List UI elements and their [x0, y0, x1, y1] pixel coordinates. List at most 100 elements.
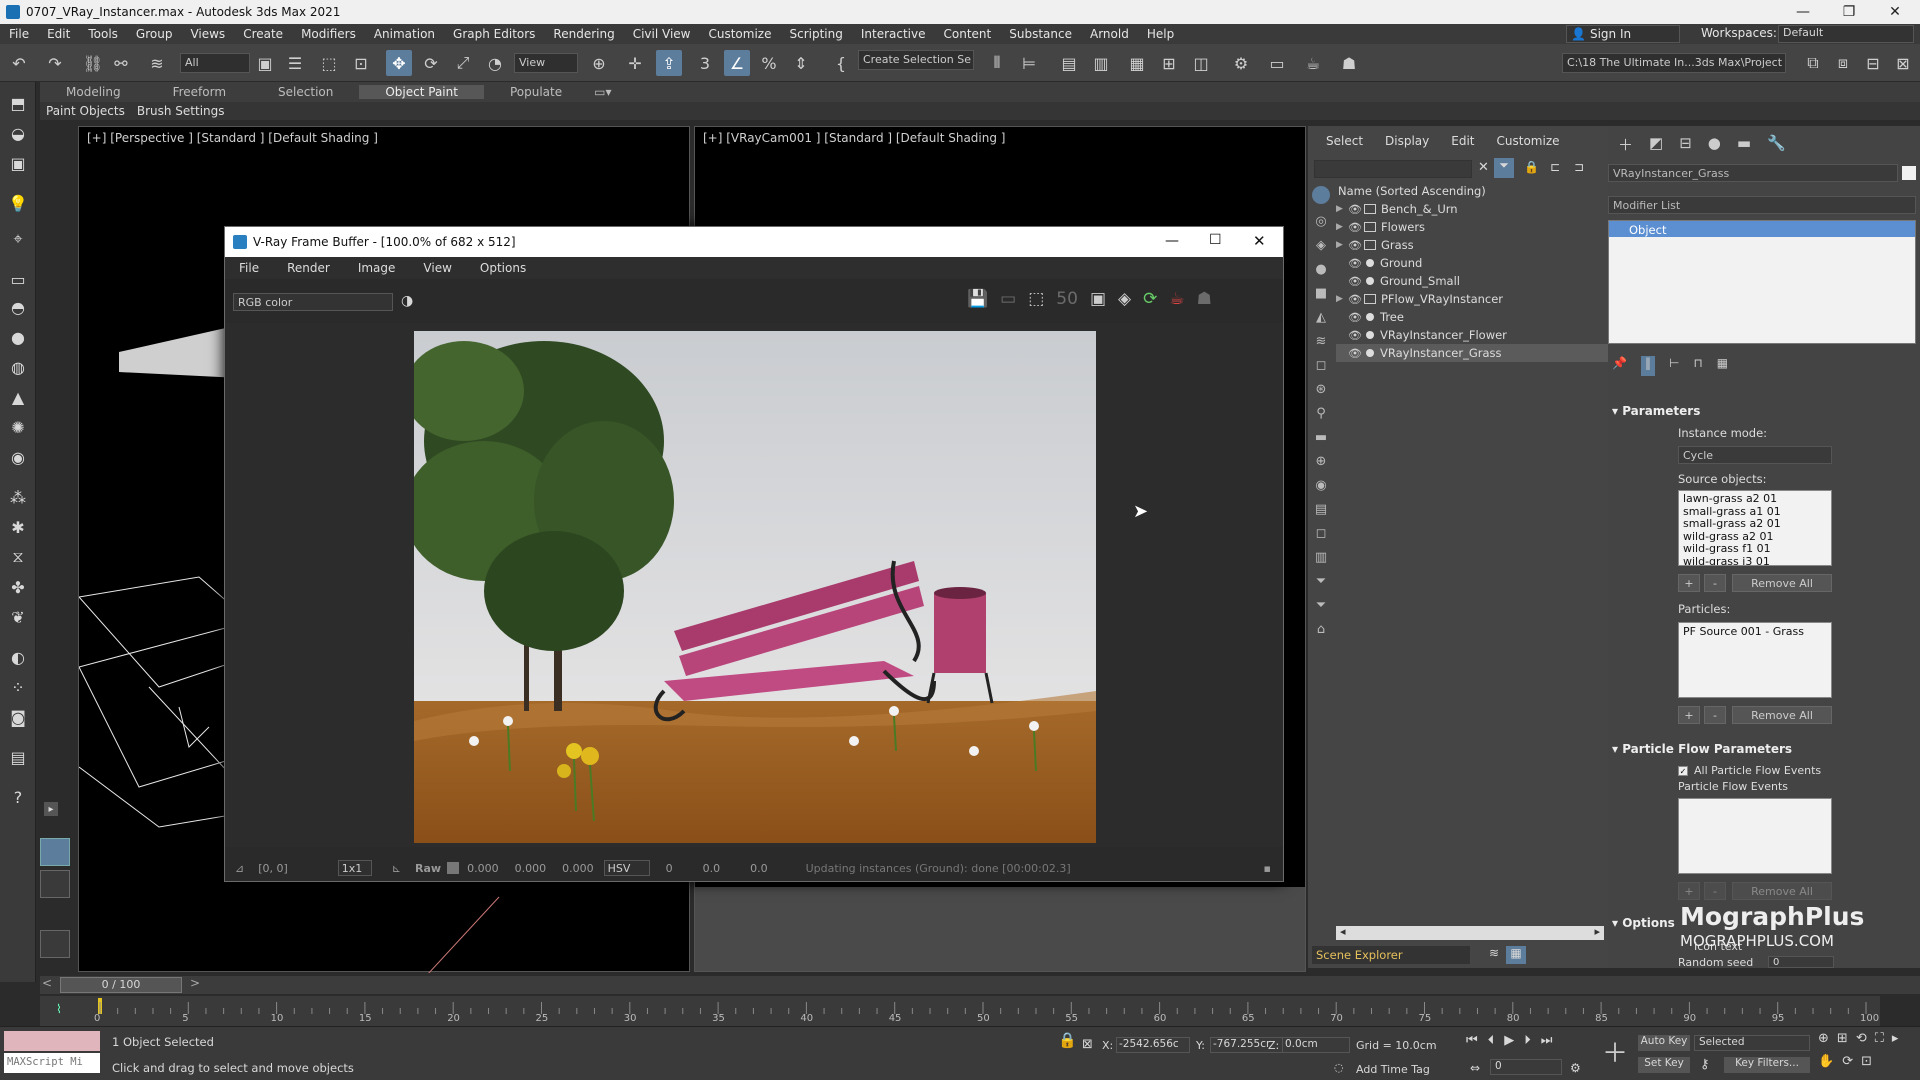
next-frame-icon[interactable]: ⏵ [1524, 1033, 1531, 1053]
light-icon[interactable]: 💡 [6, 192, 30, 214]
x-coordinate-field[interactable]: -2542.656c [1116, 1037, 1190, 1053]
stop-render-icon[interactable]: ☕ [1169, 289, 1184, 315]
remove-modifier-icon[interactable]: ⊓ [1693, 356, 1702, 376]
configure-sets-icon[interactable]: ▦ [1717, 356, 1728, 376]
collapse-filter-icon[interactable]: ⌂ [1308, 618, 1334, 642]
menu-item[interactable]: Scripting [780, 27, 851, 41]
sphere-icon[interactable]: ● [6, 326, 30, 348]
expand-arrow-icon[interactable]: ▶ [1336, 204, 1348, 214]
clear-search-icon[interactable]: ✕ [1478, 160, 1489, 175]
redo-icon[interactable]: ↷ [42, 50, 68, 76]
pflow-rollout-header[interactable]: ▾ Particle Flow Parameters [1612, 740, 1912, 758]
track-mouse-icon[interactable]: ▣ [1090, 289, 1106, 315]
se-tab-display[interactable]: Display [1385, 134, 1429, 148]
edit-named-selection-icon[interactable]: { [828, 50, 854, 76]
move-icon[interactable]: ✥ [386, 50, 412, 76]
previous-frame-icon[interactable]: ⏴ [1488, 1033, 1495, 1053]
vfb-maximize-icon[interactable]: ☐ [1209, 232, 1222, 248]
tree-row[interactable]: ▶ 👁 Bench_&_Urn [1336, 200, 1608, 218]
channel-dropdown[interactable]: RGB color [233, 293, 393, 311]
material-editor-icon[interactable]: ◫ [1188, 50, 1214, 76]
reference-coordinate-dropdown[interactable]: View [514, 53, 578, 73]
camera-icon[interactable]: ⌖ [6, 228, 30, 250]
layers-icon[interactable]: ≋ [1484, 946, 1504, 964]
field-of-view-icon[interactable]: ▸ [1892, 1031, 1899, 1052]
maximize-viewport-icon[interactable]: ⛶ [1875, 1031, 1884, 1052]
systems-icon[interactable]: ✤ [6, 576, 30, 598]
color-mode-dropdown[interactable]: HSV [603, 860, 650, 876]
object-name-field[interactable]: VRayInstancer_Grass [1608, 164, 1898, 182]
se-tab-customize[interactable]: Customize [1497, 134, 1560, 148]
scroll-left-icon[interactable]: ◂ [1340, 925, 1346, 938]
vfb-menu-item[interactable]: Image [344, 261, 410, 275]
vfb-menu-item[interactable]: File [225, 261, 273, 275]
scroll-right-icon[interactable]: ▸ [1594, 925, 1600, 938]
sun-icon[interactable]: ✺ [6, 416, 30, 438]
tree-row[interactable]: ▶ 👁 PFlow_VRayInstancer [1336, 290, 1608, 308]
shapes-filter-icon[interactable]: ◈ [1308, 234, 1334, 258]
pin-stack-icon[interactable]: 📌 [1612, 356, 1627, 376]
scatter-icon[interactable]: ⁘ [6, 676, 30, 698]
more-tools-icon[interactable]: ⊠ [1890, 50, 1916, 76]
render-production-icon[interactable]: ☕ [1300, 50, 1326, 76]
viewport-label[interactable]: [+] [VRayCam001 ] [Standard ] [Default S… [703, 131, 1005, 145]
horizontal-scrollbar[interactable]: ◂ ▸ [1336, 925, 1604, 940]
remove-event-button[interactable]: - [1704, 882, 1726, 900]
display-all-icon[interactable] [1312, 186, 1330, 204]
modifier-stack-item[interactable]: Object [1609, 221, 1915, 237]
timeline-ruler[interactable]: ⌇ 0 5 10 15 20 25 30 35 40 45 50 55 60 65 70 75 80 85 90 95… [40, 996, 1880, 1026]
visibility-eye-icon[interactable]: 👁 [1348, 257, 1362, 270]
vfb-close-icon[interactable]: ✕ [1253, 232, 1266, 250]
region-render-icon[interactable]: ⬚ [1028, 289, 1044, 315]
space-warp-icon[interactable]: ⧖ [6, 546, 30, 568]
layout-single-button[interactable] [40, 838, 70, 866]
orbit-icon[interactable]: ⟲ [1856, 1031, 1867, 1052]
time-tag-icon[interactable]: ◌ [1334, 1061, 1344, 1074]
containers-filter-icon[interactable]: ▬ [1308, 426, 1334, 450]
hierarchy-icon[interactable]: ⧉ [1800, 50, 1826, 76]
pixel-info-icon[interactable]: ⊿ [235, 862, 244, 875]
auto-key-button[interactable]: Auto Key [1638, 1035, 1690, 1051]
expand-arrow-icon[interactable]: ▶ [1336, 222, 1348, 232]
time-prev-icon[interactable]: < [40, 976, 54, 994]
lights-filter-icon[interactable]: ● [1308, 258, 1334, 282]
se-tab-select[interactable]: Select [1326, 134, 1363, 148]
add-event-button[interactable]: + [1678, 882, 1700, 900]
remove-all-events-button[interactable]: Remove All [1732, 882, 1832, 900]
menu-item[interactable]: Civil View [624, 27, 700, 41]
go-to-start-icon[interactable]: ⏮ [1466, 1033, 1478, 1053]
help-icon[interactable]: ? [6, 786, 30, 808]
key-mode-toggle-icon[interactable]: ⇔ [1470, 1061, 1480, 1075]
ball-icon[interactable]: ◉ [6, 446, 30, 468]
render-iterative-icon[interactable]: ☗ [1336, 50, 1362, 76]
helpers-filter-icon[interactable]: ◭ [1308, 306, 1334, 330]
ribbon-options-icon[interactable]: ▭▾ [588, 85, 617, 99]
remove-all-sources-button[interactable]: Remove All [1732, 574, 1832, 592]
menu-item[interactable]: Arnold [1081, 27, 1138, 41]
vfb-expand-icon[interactable]: ▪ [1264, 862, 1271, 875]
remove-source-button[interactable]: - [1704, 574, 1726, 592]
visibility-eye-icon[interactable]: 👁 [1348, 347, 1362, 360]
list-item[interactable]: wild-grass i3 01 [1683, 555, 1827, 565]
menu-item[interactable]: Interactive [852, 27, 935, 41]
selection-filter-dropdown[interactable]: All [180, 53, 250, 73]
named-selection-set-dropdown[interactable]: Create Selection Se [858, 50, 974, 70]
set-key-button[interactable]: Set Key [1638, 1057, 1690, 1073]
absolute-mode-icon[interactable]: ⊠ [1082, 1037, 1093, 1052]
maxscript-mini-listener[interactable]: MAXScript Mi [4, 1053, 100, 1073]
save-all-icon[interactable]: ▭ [1000, 289, 1016, 315]
hierarchy-toggle-icon[interactable]: ⊏ [1550, 160, 1560, 174]
pflow-events-list[interactable] [1678, 798, 1832, 874]
curve-editor-icon[interactable]: ▦ [1124, 50, 1150, 76]
layer-explorer-icon[interactable]: ▤ [1056, 50, 1082, 76]
key-icon[interactable]: ⚷ [1700, 1057, 1710, 1072]
rotate-icon[interactable]: ⟳ [418, 50, 444, 76]
se-tab-edit[interactable]: Edit [1451, 134, 1474, 148]
tree-header[interactable]: Name (Sorted Ascending) [1336, 182, 1608, 200]
select-all-filter-icon[interactable]: ◻ [1308, 522, 1334, 546]
layout-quad-button[interactable] [40, 870, 70, 898]
vfb-menu-item[interactable]: Options [466, 261, 540, 275]
visibility-eye-icon[interactable]: 👁 [1348, 293, 1362, 306]
particles-list[interactable]: PF Source 001 - Grass [1678, 622, 1832, 698]
tree-row[interactable]: 👁 VRayInstancer_Grass [1336, 344, 1608, 362]
